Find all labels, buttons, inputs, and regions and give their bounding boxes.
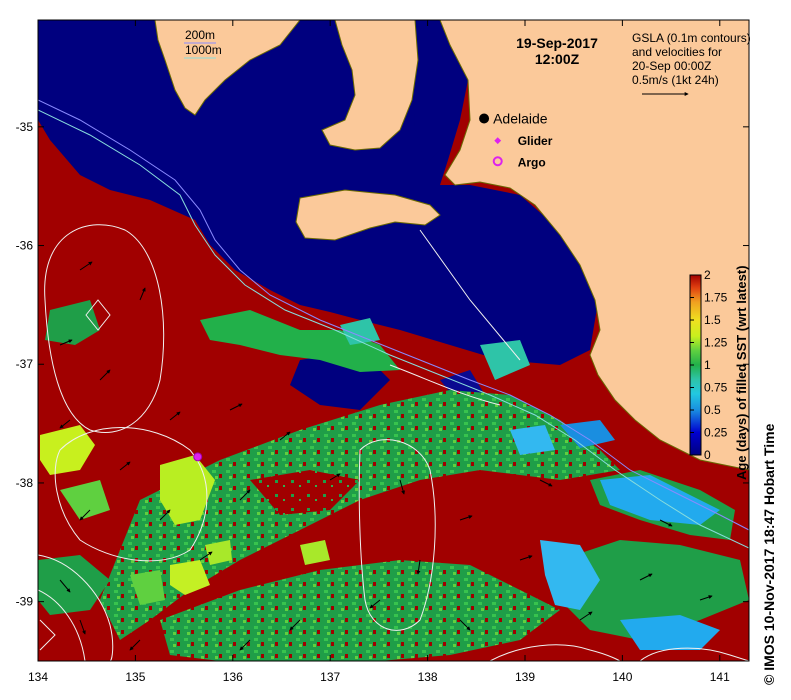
map-time: 12:00Z xyxy=(535,51,580,67)
x-tick-label: 140 xyxy=(612,670,632,684)
bathy-legend-200m: 200m xyxy=(185,28,215,42)
y-tick-label: -38 xyxy=(16,476,34,490)
x-tick-label: 139 xyxy=(515,670,535,684)
y-tick-label: -35 xyxy=(16,120,34,134)
y-tick-label: -36 xyxy=(16,239,34,253)
x-tick-label: 135 xyxy=(125,670,145,684)
colorbar-tick-label: 1.25 xyxy=(704,336,728,350)
glider-label: Glider xyxy=(518,134,553,148)
colorbar-tick-label: 1.75 xyxy=(704,291,728,305)
colorbar-tick-label: 0.75 xyxy=(704,381,728,395)
x-tick-label: 136 xyxy=(223,670,243,684)
argo-float-icon xyxy=(193,452,203,462)
adelaide-marker-icon xyxy=(479,113,490,124)
sst-age-map: 134 135 136 137 138 139 140 141 -35 -36 -37 -38 -39… xyxy=(16,19,751,684)
adelaide-label: Adelaide xyxy=(493,111,548,127)
colorbar-label: Age (days) of filled SST (wrt latest) xyxy=(734,265,749,480)
colorbar-tick-label: 0.5 xyxy=(704,403,721,417)
glider-marker-icon: ◆ xyxy=(494,135,501,145)
x-tick-label: 137 xyxy=(320,670,340,684)
map-date: 19-Sep-2017 xyxy=(516,35,598,51)
x-tick-label: 134 xyxy=(28,670,48,684)
x-tick-label: 141 xyxy=(710,670,730,684)
argo-label: Argo xyxy=(518,155,546,169)
gsla-legend-line1: GSLA (0.1m contours) xyxy=(632,31,751,45)
gsla-legend-line3: 20-Sep 00:00Z xyxy=(632,59,711,73)
gsla-legend-line4: 0.5m/s (1kt 24h) xyxy=(632,73,719,87)
argo-float-marker xyxy=(193,452,203,462)
colorbar-tick-label: 0.25 xyxy=(704,426,728,440)
colorbar-tick-label: 2 xyxy=(704,268,711,282)
colorbar-tick-label: 0 xyxy=(704,448,711,462)
y-tick-label: -37 xyxy=(16,357,34,371)
colorbar-tick-label: 1.5 xyxy=(704,313,721,327)
gsla-legend-line2: and velocities for xyxy=(632,45,722,59)
copyright-notice: © IMOS 10-Nov-2017 18:47 Hobart Time xyxy=(761,423,777,685)
y-tick-label: -39 xyxy=(16,595,34,609)
bathy-legend-1000m: 1000m xyxy=(185,43,222,57)
x-tick-label: 138 xyxy=(418,670,438,684)
colorbar-tick-label: 1 xyxy=(704,358,711,372)
